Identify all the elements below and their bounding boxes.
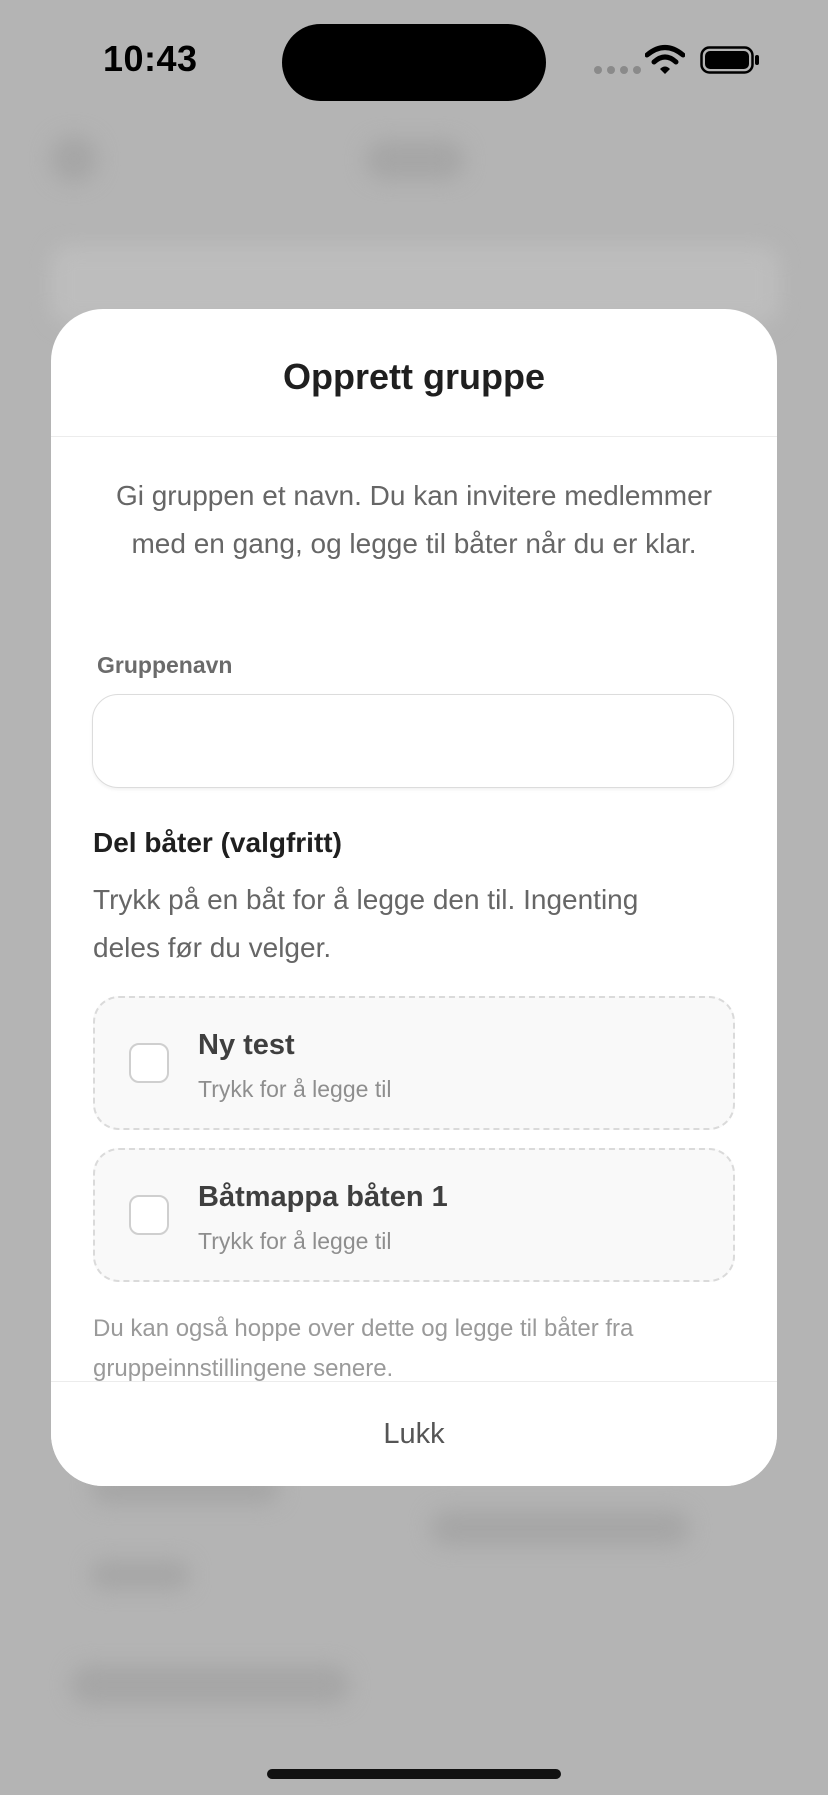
battery-icon [700, 46, 759, 74]
dialog-intro-text: Gi gruppen et navn. Du kan invitere medl… [115, 480, 713, 559]
boat-name: Ny test [198, 1029, 295, 1061]
background-back-button [50, 135, 98, 183]
skip-note: Du kan også hoppe over dette og legge ti… [93, 1315, 634, 1382]
dialog-footer: Lukk [51, 1381, 777, 1486]
dialog-title: Opprett gruppe [283, 355, 545, 397]
boat-checkbox[interactable] [129, 1195, 169, 1235]
cellular-signal-icon [594, 66, 641, 74]
share-boats-title: Del båter (valgfritt) [93, 827, 342, 858]
background-row [430, 1510, 690, 1546]
boat-option[interactable]: Båtmappa båten 1 Trykk for å legge til [93, 1148, 735, 1282]
background-row [90, 1560, 190, 1590]
boat-hint: Trykk for å legge til [198, 1076, 392, 1102]
create-group-dialog: Opprett gruppe Gi gruppen et navn. Du ka… [51, 309, 777, 1486]
boat-name: Båtmappa båten 1 [198, 1181, 448, 1213]
wifi-icon [645, 45, 685, 74]
close-button[interactable]: Lukk [353, 1408, 474, 1461]
group-name-input[interactable] [92, 694, 734, 788]
status-time: 10:43 [103, 38, 198, 79]
boat-hint: Trykk for å legge til [198, 1228, 392, 1254]
dynamic-island [282, 24, 546, 101]
boat-checkbox[interactable] [129, 1043, 169, 1083]
boat-option[interactable]: Ny test Trykk for å legge til [93, 996, 735, 1130]
home-indicator[interactable] [267, 1769, 561, 1779]
background-title [365, 140, 465, 180]
dialog-header: Opprett gruppe [51, 309, 777, 437]
group-name-label: Gruppenavn [97, 652, 233, 678]
background-row [70, 1665, 350, 1705]
share-boats-description: Trykk på en båt for å legge den til. Ing… [93, 884, 639, 963]
